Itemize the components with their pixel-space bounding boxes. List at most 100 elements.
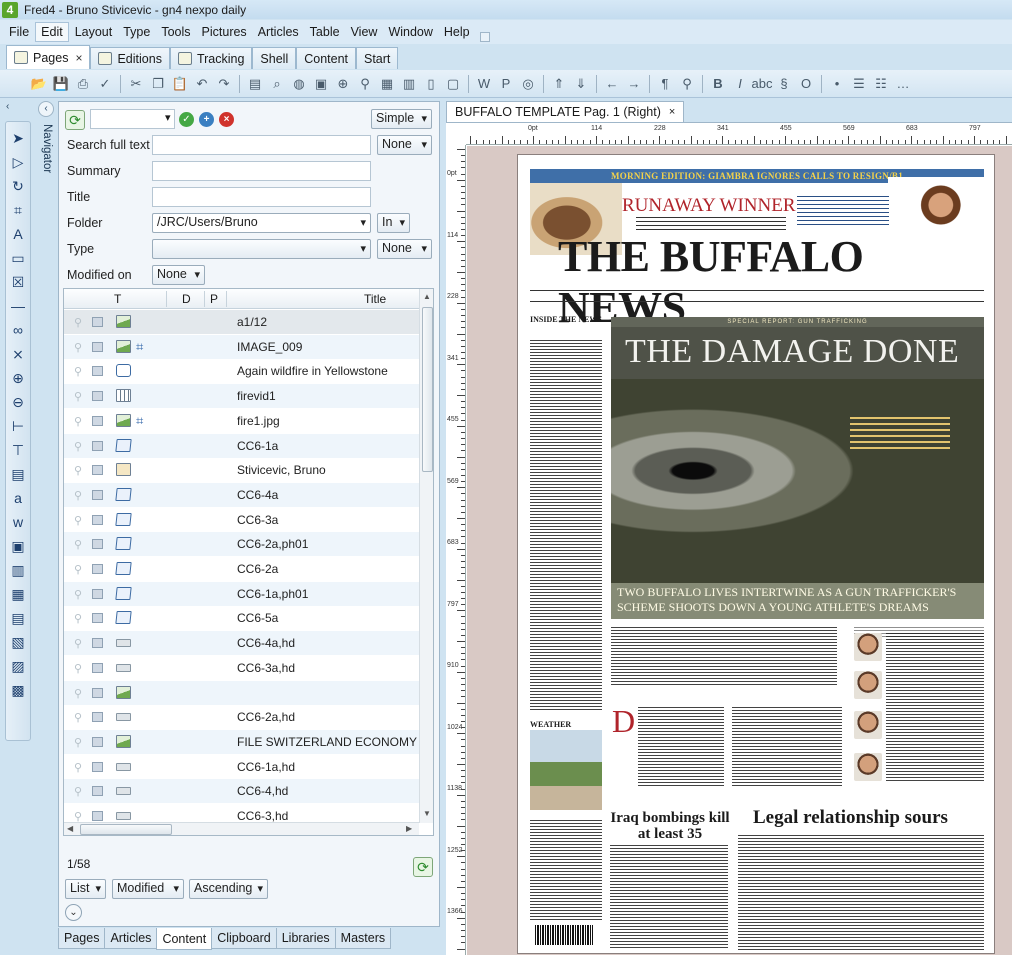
horizontal-scrollbar[interactable]: ◀ ▶: [64, 822, 419, 835]
bring-front-icon[interactable]: ⇑: [551, 76, 567, 92]
scroll-up-icon[interactable]: ▲: [423, 292, 431, 301]
panel-tab-libraries[interactable]: Libraries: [275, 928, 336, 949]
tab-start[interactable]: Start: [356, 47, 399, 69]
web-icon[interactable]: ◎: [520, 76, 536, 92]
text-tool-icon[interactable]: A: [9, 224, 27, 244]
menu-table[interactable]: Table: [305, 23, 345, 41]
modified-on-select[interactable]: None: [152, 265, 205, 285]
scroll-right-icon[interactable]: ▶: [406, 824, 412, 833]
type-select[interactable]: [152, 239, 371, 259]
horizontal-ruler[interactable]: 0pt 114 228 341 455 569 683 797: [466, 123, 1012, 145]
undo-icon[interactable]: ↶: [194, 76, 210, 92]
menubar-grip-icon[interactable]: [479, 32, 490, 42]
type-option-select[interactable]: None: [377, 239, 432, 259]
column-d[interactable]: D: [182, 292, 191, 306]
line-tool-icon[interactable]: —: [9, 296, 27, 316]
table-row[interactable]: ⚲ Again wildfire in Yellowstone: [64, 359, 419, 383]
runaway-teaser[interactable]: [636, 217, 786, 231]
scroll-down-icon[interactable]: ▼: [423, 809, 431, 818]
gun-photo[interactable]: [611, 379, 984, 583]
word-icon[interactable]: W: [476, 76, 492, 92]
table-row[interactable]: ⚲ CC6-1a,hd: [64, 755, 419, 779]
cut-icon[interactable]: ✂: [128, 76, 144, 92]
zoom-in-tool-icon[interactable]: ⊕: [9, 368, 27, 388]
print-icon[interactable]: ⎙: [75, 76, 91, 92]
send-back-icon[interactable]: ⇓: [573, 76, 589, 92]
column-tool-icon[interactable]: ▥: [9, 560, 27, 580]
iraq-story[interactable]: [610, 845, 728, 950]
legal-headline[interactable]: Legal relationship sours: [753, 807, 948, 829]
table-row[interactable]: ⚲ CC6-2a: [64, 557, 419, 581]
menu-tools[interactable]: Tools: [156, 23, 195, 41]
search-full-text-input[interactable]: [152, 135, 371, 155]
menu-articles[interactable]: Articles: [253, 23, 304, 41]
sidebar-text[interactable]: [886, 633, 984, 783]
zoom-out-tool-icon[interactable]: ⊖: [9, 392, 27, 412]
properties-icon[interactable]: ▦: [379, 76, 395, 92]
cell-tool-icon[interactable]: ▧: [9, 632, 27, 652]
table-row[interactable]: ⚲ CC6-5a: [64, 606, 419, 630]
forward-arrow-icon[interactable]: →: [626, 76, 642, 92]
headshot-4[interactable]: [854, 753, 882, 781]
chevron-down-icon[interactable]: ▾: [165, 111, 171, 124]
find-icon[interactable]: ⌕: [269, 76, 285, 92]
menu-edit[interactable]: Edit: [35, 22, 69, 42]
subscript-icon[interactable]: §: [776, 76, 792, 92]
delete-table-tool-icon[interactable]: ▩: [9, 680, 27, 700]
column-separator[interactable]: [226, 291, 227, 307]
table-row[interactable]: ⚲ CC6-1a,ph01: [64, 581, 419, 606]
table-row[interactable]: ⚲ CC6-1a: [64, 433, 419, 458]
outline-icon[interactable]: O: [798, 76, 814, 92]
pdf-icon[interactable]: P: [498, 76, 514, 92]
open-icon[interactable]: 📂: [31, 76, 47, 92]
table-row[interactable]: ⚲ CC6-4a,hd: [64, 631, 419, 656]
frame-tool-icon[interactable]: ▭: [9, 248, 27, 268]
collapse-left-icon[interactable]: ‹: [6, 101, 9, 112]
more-icon[interactable]: …: [895, 76, 911, 92]
page-icon[interactable]: ▯: [423, 76, 439, 92]
table-row[interactable]: ⚲ CC6-2a,ph01: [64, 532, 419, 557]
refresh-results-icon[interactable]: ⟳: [413, 857, 433, 877]
refresh-icon[interactable]: ⟳: [65, 110, 85, 130]
document-tab[interactable]: BUFFALO TEMPLATE Pag. 1 (Right) ×: [446, 101, 685, 122]
menu-file[interactable]: File: [4, 23, 34, 41]
vertical-ruler[interactable]: 0pt 114 228 341 455 569 683 797 910 1024 1138 1252 1…: [446, 145, 466, 955]
headshot-1[interactable]: [854, 633, 882, 661]
table-row[interactable]: ⚲ FILE SWITZERLAND ECONOMY CL: [64, 729, 433, 754]
notes-icon[interactable]: ▥: [401, 76, 417, 92]
bullet-list-icon[interactable]: ☰: [851, 76, 867, 92]
headshot-3[interactable]: [854, 711, 882, 739]
table-row[interactable]: ⚲ ⌗ IMAGE_009: [64, 334, 419, 359]
table-tool-icon[interactable]: ▦: [9, 584, 27, 604]
rotate-tool-icon[interactable]: ↻: [9, 176, 27, 196]
folder-option-select[interactable]: In: [377, 213, 410, 233]
drop-cap[interactable]: D: [612, 703, 635, 740]
saved-search-select[interactable]: [90, 109, 175, 129]
iraq-headline[interactable]: Iraq bombings kill at least 35: [610, 810, 730, 842]
unlink-tool-icon[interactable]: ⨯: [9, 344, 27, 364]
vertical-scrollbar[interactable]: ▲ ▼: [419, 289, 433, 823]
runaway-headline[interactable]: RUNAWAY WINNER: [622, 195, 796, 217]
table-row[interactable]: ⚲ CC6-4,hd: [64, 779, 419, 804]
binoculars-icon[interactable]: ⚲: [357, 76, 373, 92]
gun-deck[interactable]: TWO BUFFALO LIVES INTERTWINE AS A GUN TR…: [611, 583, 984, 619]
panel-tab-content[interactable]: Content: [156, 928, 213, 950]
table-row[interactable]: ⚲ CC6-3a,hd: [64, 656, 419, 680]
add-icon[interactable]: +: [199, 112, 214, 127]
weather-label[interactable]: WEATHER: [530, 720, 571, 729]
italic-icon[interactable]: I: [732, 76, 748, 92]
scroll-left-icon[interactable]: ◀: [67, 824, 73, 833]
table-row[interactable]: ⚲ Stivicevic, Bruno: [64, 458, 419, 482]
weather-photo[interactable]: [530, 730, 602, 810]
redo-icon[interactable]: ↷: [216, 76, 232, 92]
panel-tab-articles[interactable]: Articles: [104, 928, 158, 949]
tab-content[interactable]: Content: [296, 47, 356, 69]
panel-tab-clipboard[interactable]: Clipboard: [211, 928, 277, 949]
document-canvas[interactable]: 0pt 114 228 341 455 569 683 797 0pt 114 228 341 455…: [446, 122, 1012, 955]
view-select[interactable]: List: [65, 879, 106, 899]
main-headline[interactable]: THE DAMAGE DONE: [625, 333, 959, 371]
headshot-2[interactable]: [854, 671, 882, 699]
pin-icon[interactable]: ⚲: [679, 76, 695, 92]
caption-tool-icon[interactable]: ▣: [9, 536, 27, 556]
view-mode-select[interactable]: Simple: [371, 109, 432, 129]
